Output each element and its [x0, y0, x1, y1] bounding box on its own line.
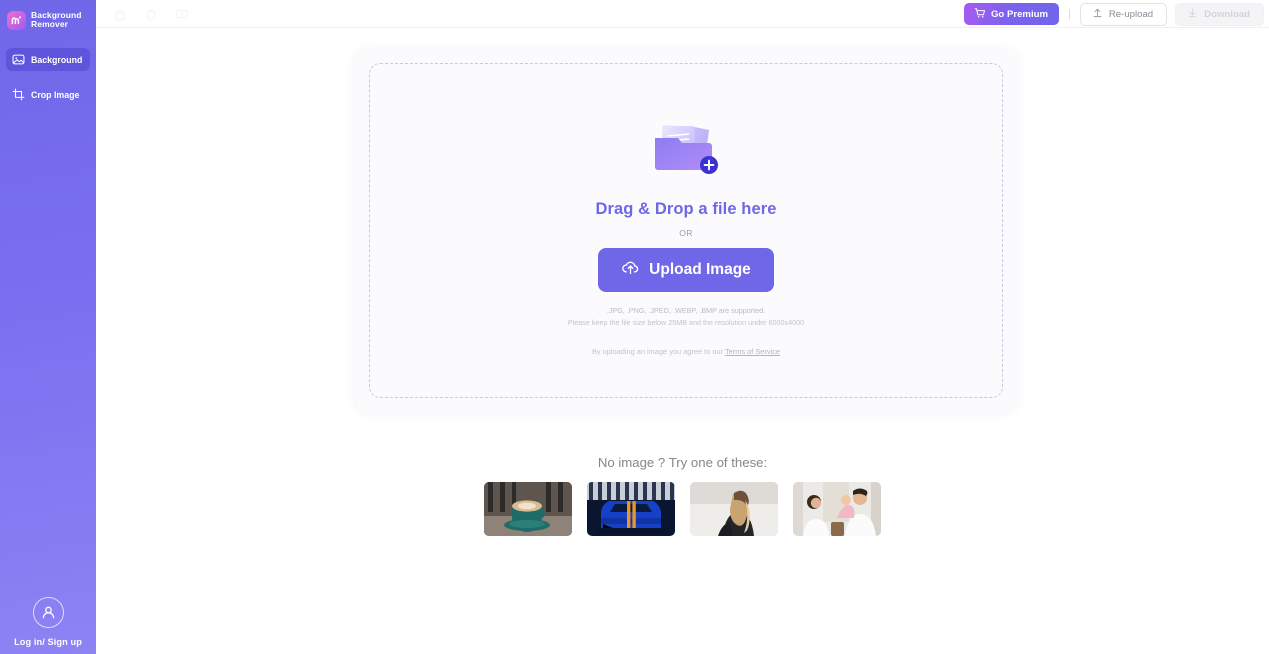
sidebar: Background Remover Background: [0, 0, 96, 654]
sample-coffee-cup[interactable]: [484, 482, 572, 536]
sidebar-item-label: Crop Image: [31, 90, 79, 100]
folder-plus-icon: [647, 116, 725, 178]
dropzone[interactable]: Drag & Drop a file here OR Upload Image …: [369, 63, 1003, 398]
sample-blue-sports-car[interactable]: [587, 482, 675, 536]
reupload-label: Re-upload: [1109, 9, 1153, 20]
sample-thumbnails: [484, 482, 881, 536]
cloud-upload-icon: [621, 258, 640, 282]
download-arrow-icon: [1187, 7, 1198, 21]
upload-arrow-icon: [1092, 7, 1103, 21]
or-label: OR: [679, 228, 693, 238]
upload-image-button[interactable]: Upload Image: [598, 248, 774, 292]
split-view-icon[interactable]: [174, 6, 189, 21]
app-root: Background Remover Background: [0, 0, 1269, 654]
supported-formats-hint: .JPG, .PNG, .JPEG, .WEBP, .BMP are suppo…: [607, 306, 765, 315]
topbar-tools: [96, 6, 189, 21]
size-limit-hint: Please keep the file size below 25MB and…: [568, 318, 804, 327]
terms-notice: By uploading an image you agree to our T…: [592, 347, 780, 356]
go-premium-button[interactable]: Go Premium: [964, 3, 1059, 25]
topbar-actions: Go Premium | Re-upload: [964, 0, 1269, 28]
image-icon: [12, 53, 25, 66]
login-signup-label[interactable]: Log in/ Sign up: [14, 637, 82, 651]
reupload-button[interactable]: Re-upload: [1080, 3, 1167, 26]
cart-icon: [974, 7, 986, 22]
sidebar-item-label: Background: [31, 55, 82, 65]
download-button[interactable]: Download: [1175, 3, 1264, 26]
user-avatar-icon[interactable]: [33, 597, 64, 628]
brand-name: Background Remover: [31, 11, 82, 30]
download-label: Download: [1204, 9, 1250, 20]
sidebar-nav: Background Crop Image: [0, 48, 96, 106]
terms-prefix: By uploading an image you agree to our: [592, 347, 725, 356]
lock-icon[interactable]: [112, 6, 127, 21]
sample-images-section: No image ? Try one of these:: [96, 455, 1269, 536]
sample-family[interactable]: [793, 482, 881, 536]
m-logo-icon: [7, 11, 26, 30]
upload-image-label: Upload Image: [649, 261, 751, 279]
samples-title: No image ? Try one of these:: [598, 455, 767, 470]
topbar-separator: |: [1068, 8, 1071, 20]
brand[interactable]: Background Remover: [0, 0, 96, 34]
topbar: Go Premium | Re-upload: [96, 0, 1269, 28]
sidebar-account: Log in/ Sign up: [0, 597, 96, 654]
sample-woman-beach[interactable]: [690, 482, 778, 536]
crop-icon: [12, 88, 25, 101]
upload-card: Drag & Drop a file here OR Upload Image …: [355, 48, 1017, 412]
drag-drop-title: Drag & Drop a file here: [595, 200, 776, 219]
hand-icon[interactable]: [143, 6, 158, 21]
terms-of-service-link[interactable]: Terms of Service: [725, 347, 780, 356]
sidebar-item-crop-image[interactable]: Crop Image: [6, 83, 90, 106]
go-premium-label: Go Premium: [991, 9, 1048, 20]
sidebar-item-background[interactable]: Background: [6, 48, 90, 71]
main-content: Go Premium | Re-upload: [96, 0, 1269, 654]
